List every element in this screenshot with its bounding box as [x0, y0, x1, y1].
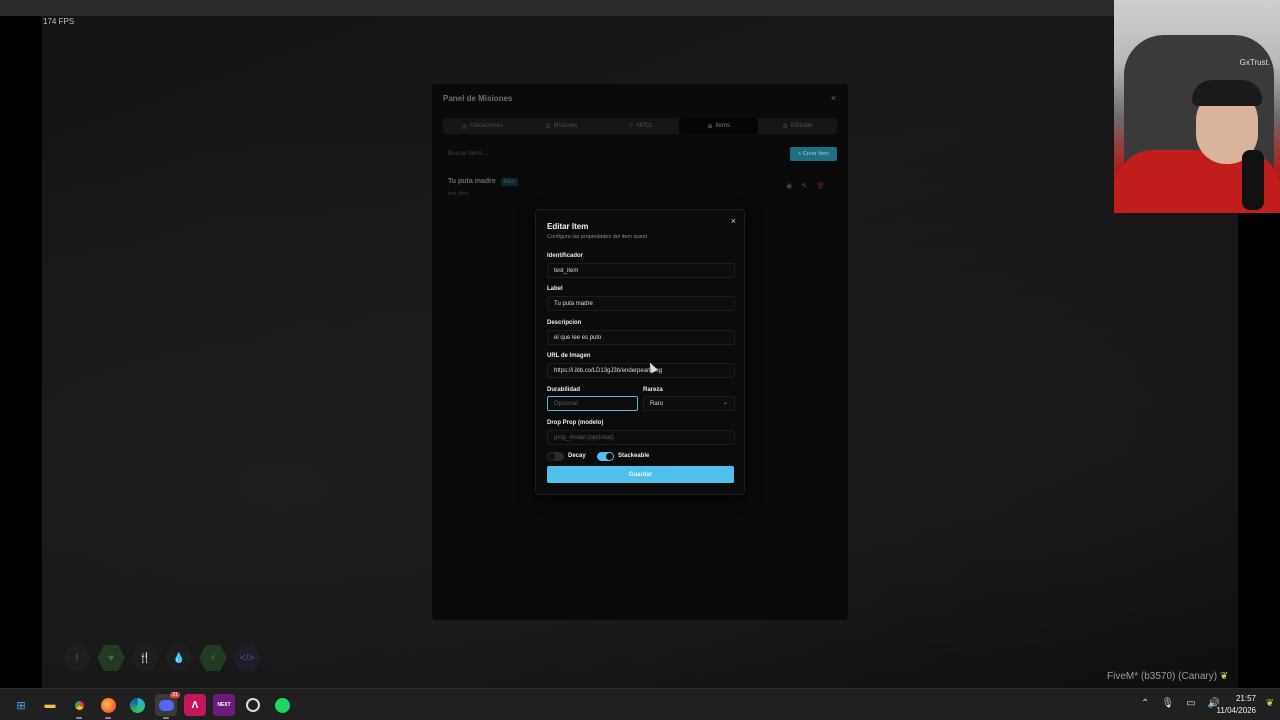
firefox-icon[interactable] — [97, 694, 119, 719]
system-clock[interactable]: 21:57 11/04/2026 — [1217, 693, 1256, 717]
system-tray: ⌃ 🎙 ▭ 🔊 — [1141, 698, 1220, 709]
drop-prop-input[interactable]: prop_model (opcional) — [547, 430, 735, 445]
hud-status-bar: ! ♥ 🍴 💧 ⚡ </> — [63, 644, 261, 672]
create-item-button[interactable]: + Crear Item — [790, 147, 837, 161]
fps-counter: 174 FPS — [43, 17, 75, 26]
stackeable-label: Stackeable — [618, 453, 650, 459]
webcam-microphone — [1242, 150, 1264, 210]
fivem-build-label: FiveM* (b3570) (Canary) ❦ — [1107, 671, 1228, 682]
energy-icon: ⚡ — [199, 644, 227, 672]
info-icon: ! — [63, 644, 91, 672]
microphone-icon[interactable]: 🎙 — [1161, 698, 1174, 709]
rareza-value: Raro — [650, 401, 664, 407]
panel-close-button[interactable]: × — [831, 93, 836, 103]
identificador-input[interactable]: test_item — [547, 263, 735, 278]
row-actions: ◉ ✎ 🗑 — [786, 182, 825, 190]
url-input[interactable]: https://i.ibb.co/LD13gJ3b/enderpearl.png — [547, 363, 735, 378]
tab-label: NPCs — [636, 123, 653, 129]
code-icon: </> — [233, 644, 261, 672]
tab-editable[interactable]: ⚙ Editable — [758, 118, 837, 134]
tab-ubicaciones[interactable]: ◎ Ubicaciones — [443, 118, 522, 134]
item-search-input[interactable]: Buscar items... — [443, 148, 773, 162]
tab-label: Ubicaciones — [470, 123, 503, 129]
clock-time: 21:57 — [1235, 694, 1256, 703]
network-icon[interactable]: ▭ — [1186, 698, 1195, 709]
webcam-logo: GxTrust. — [1239, 58, 1270, 67]
decay-toggle[interactable] — [547, 452, 564, 461]
tab-label: Editable — [790, 123, 813, 129]
descripcion-label: Descripcion — [547, 320, 582, 326]
list-item[interactable]: Tu puta madre Raro test_item ◉ ✎ 🗑 — [443, 174, 837, 202]
notification-badge: 21 — [170, 692, 180, 698]
stackeable-toggle[interactable] — [597, 452, 614, 461]
chrome-icon[interactable] — [68, 694, 90, 719]
start-icon[interactable]: ⊞ — [10, 694, 32, 716]
water-icon: 💧 — [165, 644, 193, 672]
location-icon: ◎ — [461, 123, 468, 130]
spotify-icon[interactable] — [271, 694, 293, 716]
tab-label: Misiones — [553, 123, 578, 129]
save-button[interactable]: Guardar — [547, 466, 734, 483]
view-icon[interactable]: ◉ — [786, 182, 792, 190]
webcam-person-cap — [1192, 80, 1262, 106]
panel-title: Panel de Misiones — [443, 94, 513, 103]
tab-misiones[interactable]: ☰ Misiones — [522, 118, 601, 134]
url-label: URL de Imagen — [547, 353, 591, 359]
food-icon: 🍴 — [131, 644, 159, 672]
heart-icon: ♥ — [97, 644, 125, 672]
modal-subtitle: Configura las propiedades del item quest — [547, 234, 647, 240]
app-icon[interactable]: Λ — [184, 694, 206, 716]
window-top-bar — [0, 0, 1114, 16]
tab-npcs[interactable]: ☺ NPCs — [601, 118, 680, 134]
file-explorer-icon[interactable]: ▬ — [39, 694, 61, 716]
item-name: Tu puta madre — [448, 178, 496, 185]
github-icon[interactable] — [242, 694, 264, 716]
toggle-knob — [606, 453, 613, 460]
rarity-badge: Raro — [501, 178, 518, 186]
taskbar: ⊞ ▬ 21 Λ NEXT ⌃ 🎙 ▭ 🔊 21:57 11/04/2026 ❦ — [0, 688, 1280, 720]
toggle-knob — [548, 453, 555, 460]
label-label: Label — [547, 286, 563, 292]
identificador-label: Identificador — [547, 253, 584, 259]
leaf-icon[interactable]: ❦ — [1266, 698, 1274, 709]
rareza-label: Rareza — [643, 387, 663, 393]
item-icon: ⊕ — [707, 123, 713, 130]
descripcion-input[interactable]: el que lee es puto — [547, 330, 735, 345]
running-indicator — [163, 717, 169, 719]
discord-icon[interactable]: 21 — [155, 692, 180, 719]
build-text: FiveM* (b3570) (Canary) — [1107, 671, 1218, 682]
chevron-up-icon[interactable]: ⌃ — [1141, 698, 1149, 709]
tab-items[interactable]: ⊕ Items — [679, 118, 759, 134]
taskbar-apps: ⊞ ▬ 21 Λ NEXT — [10, 692, 293, 719]
panel-tabs: ◎ Ubicaciones ☰ Misiones ☺ NPCs ⊕ Items ⚙ Edi… — [443, 118, 837, 134]
close-icon[interactable]: × — [731, 216, 736, 226]
clock-date: 11/04/2026 — [1216, 706, 1256, 715]
label-input[interactable]: Tu puta madre — [547, 296, 735, 311]
durabilidad-label: Durabilidad — [547, 387, 581, 393]
item-id: test_item — [448, 191, 469, 197]
edit-icon[interactable]: ✎ — [801, 182, 807, 190]
leaf-icon: ❦ — [1219, 671, 1229, 682]
webcam-overlay: GxTrust. — [1114, 0, 1280, 213]
drop-prop-label: Drop Prop (modelo) — [547, 420, 604, 426]
tab-label: Items — [715, 123, 731, 129]
chevron-down-icon: ⌄ — [722, 400, 728, 406]
user-icon: ☺ — [627, 123, 634, 129]
gear-icon: ⚙ — [782, 123, 788, 130]
decay-label: Decay — [568, 453, 586, 459]
list-icon: ☰ — [545, 123, 551, 130]
running-indicator — [105, 717, 111, 719]
modal-title: Editar Item — [547, 222, 589, 231]
durabilidad-input[interactable]: Opcional — [547, 396, 638, 411]
edit-item-modal: × Editar Item Configura las propiedades … — [535, 209, 745, 495]
delete-icon[interactable]: 🗑 — [816, 182, 825, 190]
kick-icon[interactable]: NEXT — [213, 694, 235, 716]
running-indicator — [76, 717, 82, 719]
edge-icon[interactable] — [126, 694, 148, 716]
rareza-select[interactable]: Raro ⌄ — [643, 396, 735, 411]
